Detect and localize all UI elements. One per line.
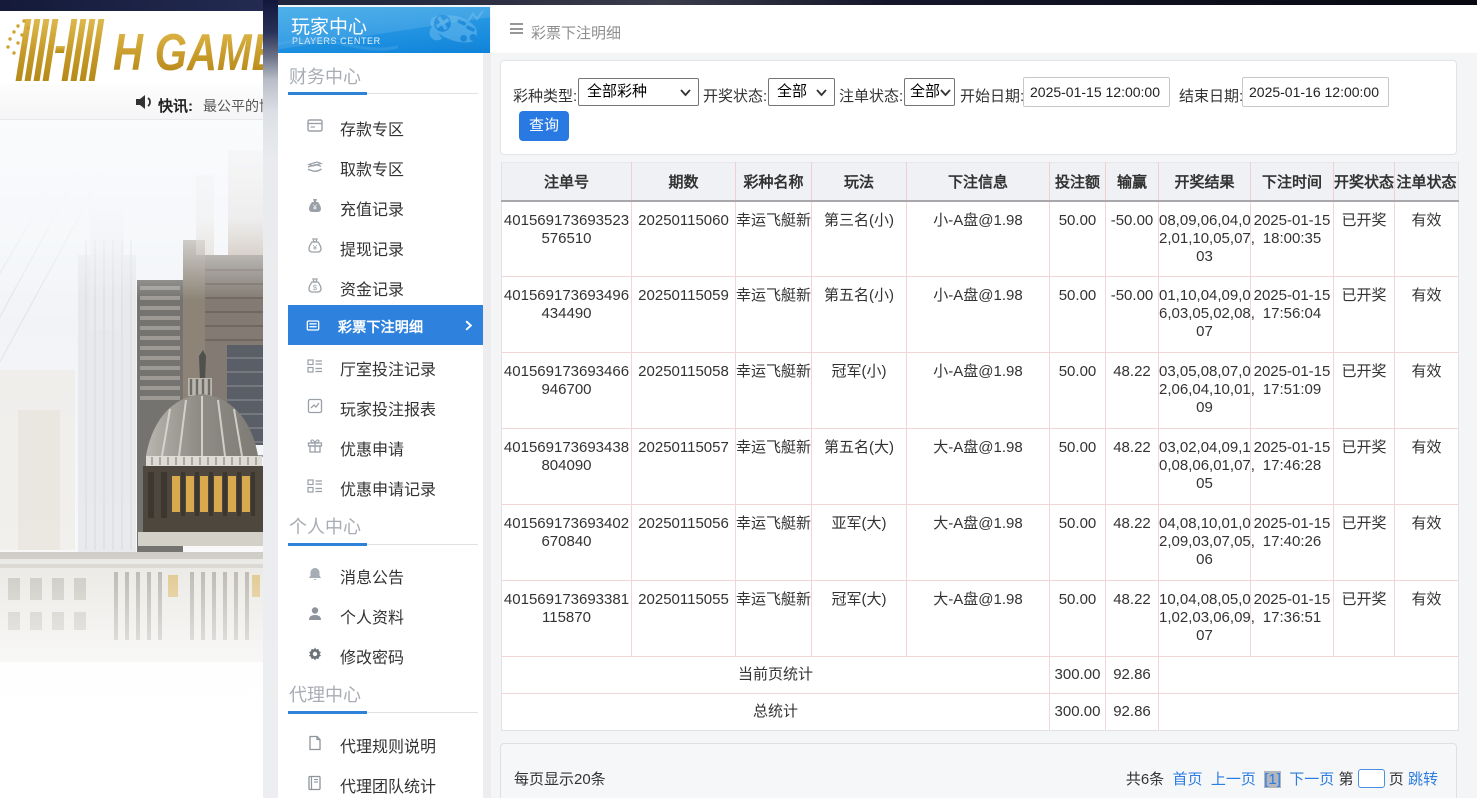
svg-text:¥: ¥ <box>313 243 318 252</box>
svg-text:$: $ <box>313 283 318 292</box>
svg-text:¥: ¥ <box>313 205 317 212</box>
